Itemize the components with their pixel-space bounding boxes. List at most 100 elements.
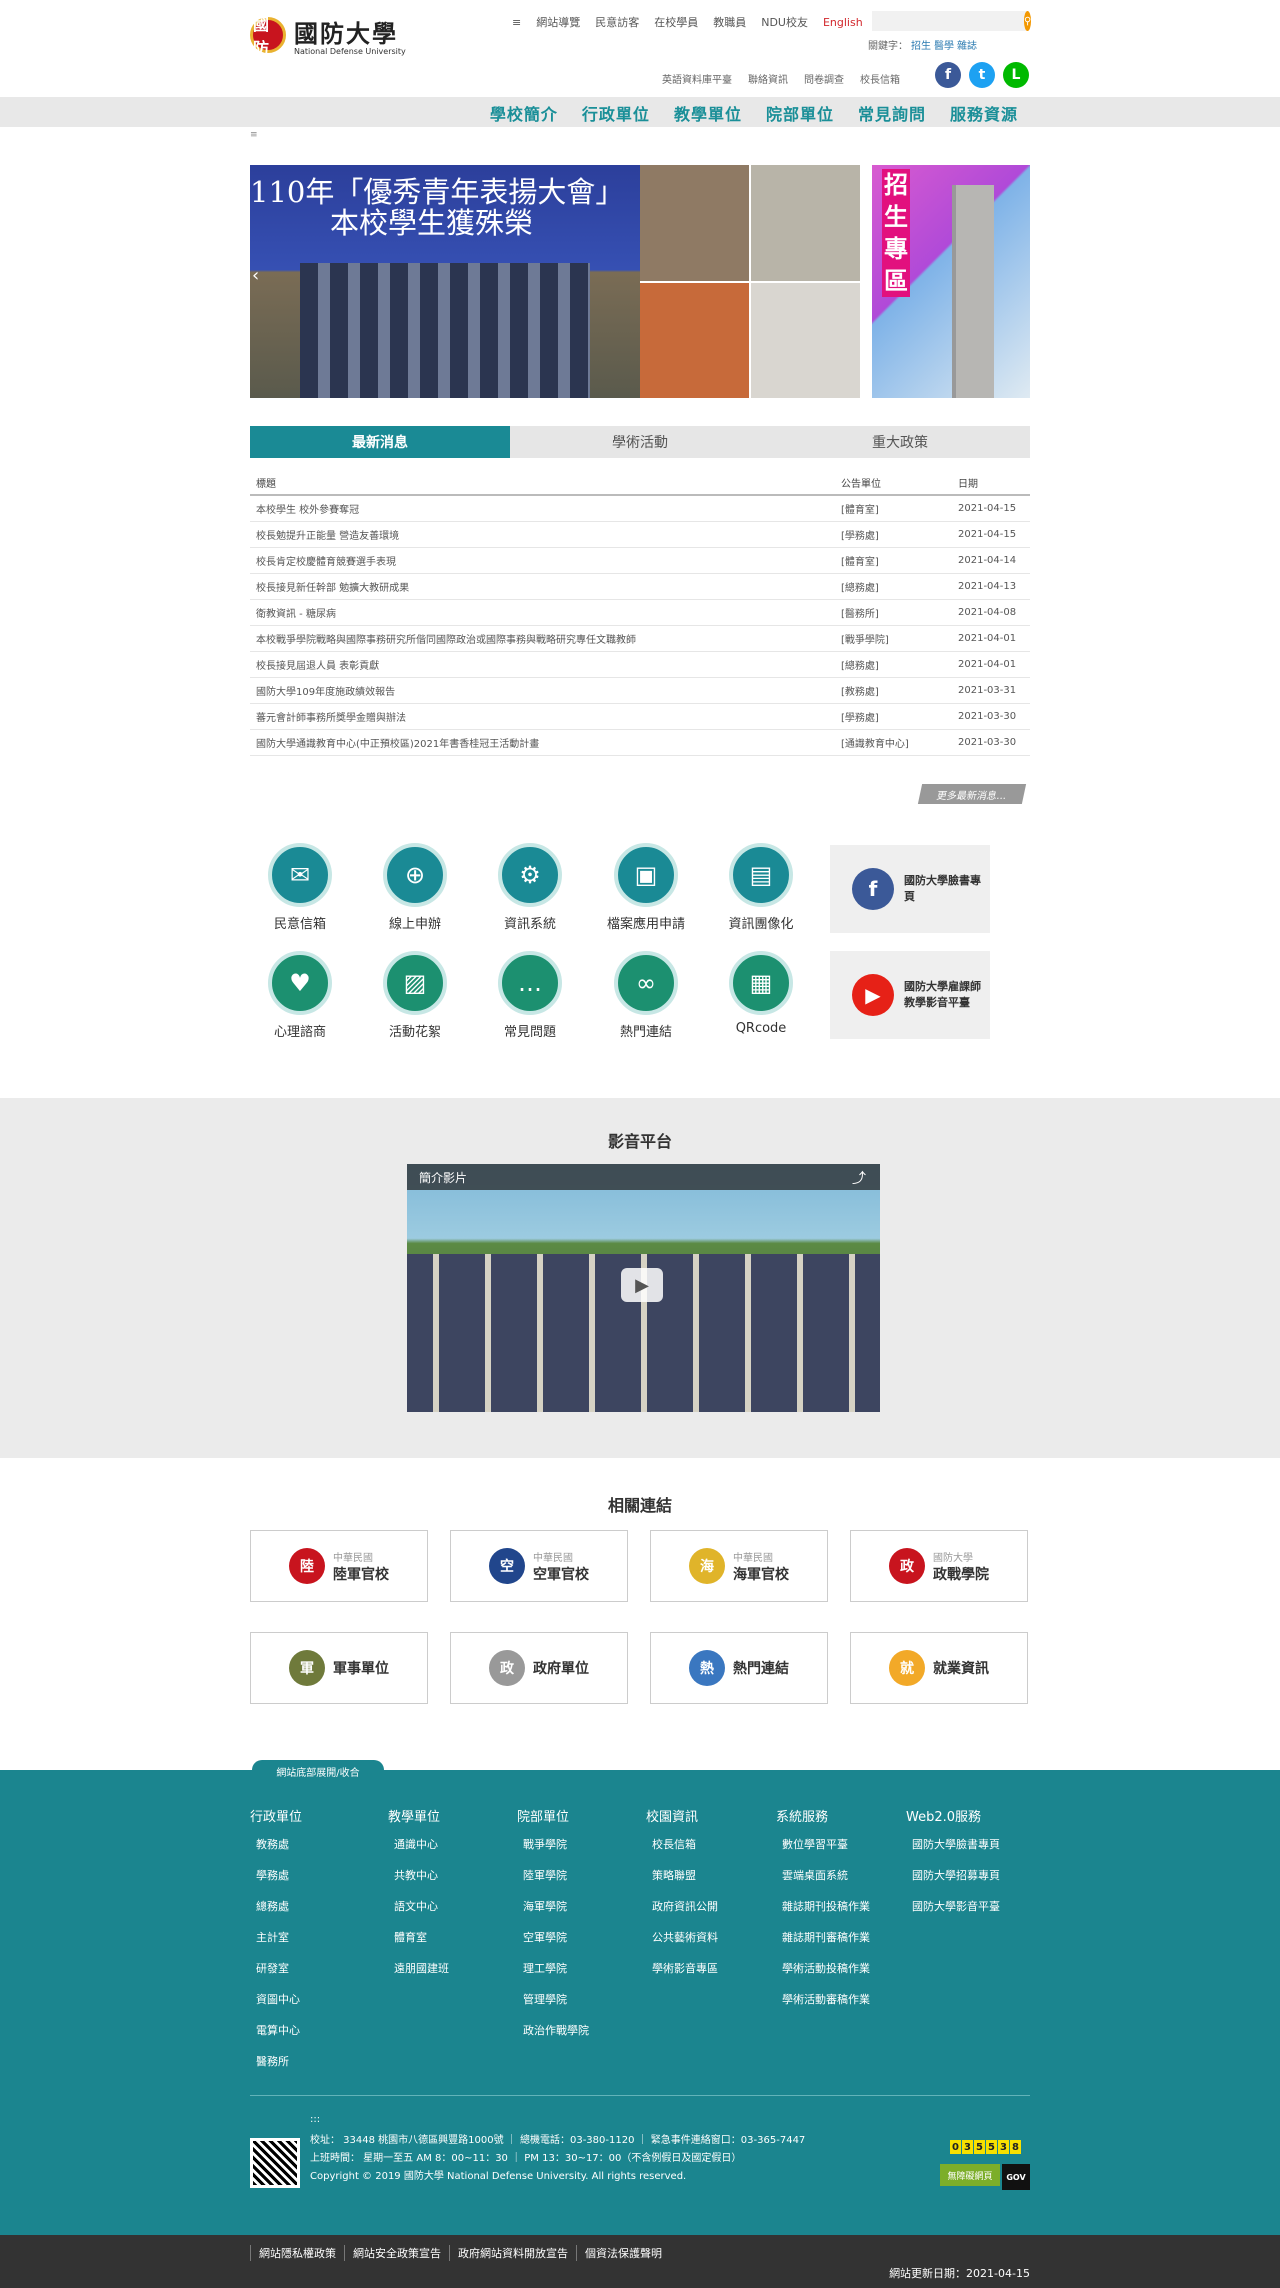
- top-link-alumni[interactable]: NDU校友: [761, 14, 808, 30]
- table-row[interactable]: 校長接見屆退人員 表彰貢獻 [總務處] 2021-04-01: [250, 652, 1030, 678]
- footer-link[interactable]: 醫務所: [250, 2046, 302, 2077]
- footer-link[interactable]: 學術活動投稿作業: [776, 1953, 870, 1984]
- footer-link[interactable]: 理工學院: [517, 1953, 589, 1984]
- footer-link[interactable]: 政府資訊公開: [646, 1891, 718, 1922]
- footer-link[interactable]: 電算中心: [250, 2015, 302, 2046]
- related-link-4[interactable]: 政國防大學 政戰學院: [850, 1530, 1028, 1602]
- top-link-students[interactable]: 在校學員: [654, 14, 698, 30]
- news-title[interactable]: 本校學生 校外參賽奪冠: [256, 501, 841, 516]
- admissions-banner[interactable]: 招生專區: [872, 165, 1030, 398]
- footer-link[interactable]: 國防大學影音平臺: [906, 1891, 1000, 1922]
- service-7[interactable]: ▨ 活動花絮: [370, 951, 460, 1040]
- footer-link[interactable]: 數位學習平臺: [776, 1829, 870, 1860]
- news-title[interactable]: 校長肯定校慶體育競賽選手表現: [256, 553, 841, 568]
- play-icon[interactable]: ▶: [621, 1268, 663, 1302]
- footer-link[interactable]: 國防大學臉書專頁: [906, 1829, 1000, 1860]
- footer-link[interactable]: 總務處: [250, 1891, 302, 1922]
- nav-teaching[interactable]: 教學單位: [674, 101, 742, 125]
- table-row[interactable]: 校長勉提升正能量 營造友善環境 [學務處] 2021-04-15: [250, 522, 1030, 548]
- related-link-7[interactable]: 熱熱門連結: [650, 1632, 828, 1704]
- footer-link[interactable]: 共教中心: [388, 1860, 449, 1891]
- gov-badge[interactable]: GOV: [1002, 2164, 1030, 2190]
- table-row[interactable]: 本校學生 校外參賽奪冠 [體育室] 2021-04-15: [250, 496, 1030, 522]
- table-row[interactable]: 本校戰爭學院戰略與國際事務研究所偕同國際政治或國際事務與戰略研究專任文職教師 [戰…: [250, 626, 1030, 652]
- footer-link[interactable]: 通識中心: [388, 1829, 449, 1860]
- related-link-3[interactable]: 海中華民國 海軍官校: [650, 1530, 828, 1602]
- service-9[interactable]: ∞ 熱門連結: [601, 951, 691, 1040]
- footer-link[interactable]: 研發室: [250, 1953, 302, 1984]
- top-link-staff[interactable]: 教職員: [713, 14, 746, 30]
- news-title[interactable]: 國防大學通識教育中心(中正預校區)2021年書香桂冠王活動計畫: [256, 735, 841, 750]
- footer-link[interactable]: 遠朋國建班: [388, 1953, 449, 1984]
- accessibility-badge[interactable]: 無障礙網頁: [940, 2164, 1000, 2186]
- nav-admin[interactable]: 行政單位: [582, 101, 650, 125]
- service-8[interactable]: … 常見問題: [485, 951, 575, 1040]
- service-5[interactable]: ▤ 資訊團像化: [716, 843, 806, 932]
- policy-link[interactable]: 政府網站資料開放宣告: [449, 2245, 576, 2261]
- footer-link[interactable]: 雜誌期刊投稿作業: [776, 1891, 870, 1922]
- footer-link[interactable]: 學務處: [250, 1860, 302, 1891]
- more-news-button[interactable]: 更多最新消息...: [917, 784, 1027, 804]
- footer-link[interactable]: 資圖中心: [250, 1984, 302, 2015]
- related-link-2[interactable]: 空中華民國 空軍官校: [450, 1530, 628, 1602]
- footer-link[interactable]: 政治作戰學院: [517, 2015, 589, 2046]
- table-row[interactable]: 蕃元會計師事務所獎學金贈與辦法 [學務處] 2021-03-30: [250, 704, 1030, 730]
- tab-latest-news[interactable]: 最新消息: [250, 426, 510, 458]
- nav-faq[interactable]: 常見詢問: [858, 101, 926, 125]
- keyword-link[interactable]: 招生: [911, 41, 931, 52]
- sub-link-english-db[interactable]: 英語資料庫平臺: [662, 71, 732, 86]
- related-link-6[interactable]: 政政府單位: [450, 1632, 628, 1704]
- keyword-link[interactable]: 雜誌: [957, 41, 977, 52]
- table-row[interactable]: 校長肯定校慶體育競賽選手表現 [體育室] 2021-04-14: [250, 548, 1030, 574]
- sub-link-contact[interactable]: 聯絡資訊: [748, 71, 788, 86]
- related-link-8[interactable]: 就就業資訊: [850, 1632, 1028, 1704]
- news-title[interactable]: 蕃元會計師事務所獎學金贈與辦法: [256, 709, 841, 724]
- carousel-prev-icon[interactable]: ‹: [252, 265, 259, 286]
- service-1[interactable]: ✉ 民意信箱: [255, 843, 345, 932]
- footer-link[interactable]: 國防大學招募專頁: [906, 1860, 1000, 1891]
- footer-link[interactable]: 戰爭學院: [517, 1829, 589, 1860]
- news-title[interactable]: 本校戰爭學院戰略與國際事務研究所偕同國際政治或國際事務與戰略研究專任文職教師: [256, 631, 841, 646]
- footer-link[interactable]: 校長信箱: [646, 1829, 718, 1860]
- share-icon[interactable]: ⤴: [852, 1168, 866, 1188]
- footer-link[interactable]: 學術活動審稿作業: [776, 1984, 870, 2015]
- footer-link[interactable]: 雜誌期刊審稿作業: [776, 1922, 870, 1953]
- search-input[interactable]: [872, 11, 1026, 31]
- twitter-icon[interactable]: t: [969, 62, 995, 88]
- table-row[interactable]: 國防大學109年度施政績效報告 [教務處] 2021-03-31: [250, 678, 1030, 704]
- footer-link[interactable]: 管理學院: [517, 1984, 589, 2015]
- footer-link[interactable]: 學術影音專區: [646, 1953, 718, 1984]
- table-row[interactable]: 校長接見新任幹部 勉擴大教研成果 [總務處] 2021-04-13: [250, 574, 1030, 600]
- search-icon[interactable]: ⚲: [1024, 11, 1032, 31]
- news-title[interactable]: 校長勉提升正能量 營造友善環境: [256, 527, 841, 542]
- facebook-icon[interactable]: f: [935, 62, 961, 88]
- service-2[interactable]: ⊕ 線上申辦: [370, 843, 460, 932]
- footer-link[interactable]: 海軍學院: [517, 1891, 589, 1922]
- video-player[interactable]: 簡介影片 ⤴ ▶: [407, 1164, 880, 1412]
- footer-link[interactable]: 空軍學院: [517, 1922, 589, 1953]
- footer-link[interactable]: 教務處: [250, 1829, 302, 1860]
- tab-academic-events[interactable]: 學術活動: [510, 426, 770, 458]
- service-6[interactable]: ♥ 心理諮商: [255, 951, 345, 1040]
- sub-link-survey[interactable]: 問卷調查: [804, 71, 844, 86]
- policy-link[interactable]: 網站安全政策宣告: [344, 2245, 449, 2261]
- news-title[interactable]: 衛教資訊 - 糖尿病: [256, 605, 841, 620]
- table-row[interactable]: 衛教資訊 - 糖尿病 [醫務所] 2021-04-08: [250, 600, 1030, 626]
- news-title[interactable]: 校長接見屆退人員 表彰貢獻: [256, 657, 841, 672]
- footer-link[interactable]: 體育室: [388, 1922, 449, 1953]
- related-link-5[interactable]: 軍軍事單位: [250, 1632, 428, 1704]
- service-3[interactable]: ⚙ 資訊系統: [485, 843, 575, 932]
- footer-link[interactable]: 陸軍學院: [517, 1860, 589, 1891]
- top-link-english[interactable]: English: [823, 16, 863, 29]
- nav-about[interactable]: 學校簡介: [490, 101, 558, 125]
- tab-major-policies[interactable]: 重大政策: [770, 426, 1030, 458]
- hero-carousel[interactable]: 110年「優秀青年表揚大會」 本校學生獲殊榮 ‹: [250, 165, 860, 398]
- footer-link[interactable]: 雲端桌面系統: [776, 1860, 870, 1891]
- nav-colleges[interactable]: 院部單位: [766, 101, 834, 125]
- line-icon[interactable]: L: [1003, 62, 1029, 88]
- footer-link[interactable]: 語文中心: [388, 1891, 449, 1922]
- footer-link[interactable]: 公共藝術資料: [646, 1922, 718, 1953]
- nav-services[interactable]: 服務資源: [950, 101, 1018, 125]
- sub-link-president-mail[interactable]: 校長信箱: [860, 71, 900, 86]
- site-logo[interactable]: 國防 國防大學 National Defense University: [250, 14, 406, 58]
